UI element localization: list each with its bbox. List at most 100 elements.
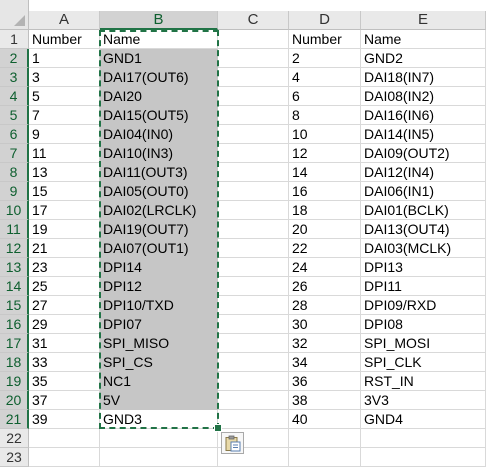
cell-a15[interactable]: 27: [29, 296, 100, 315]
row-header-13[interactable]: 13: [0, 258, 29, 277]
cell-c18[interactable]: [218, 353, 289, 372]
cell-e18[interactable]: SPI_CLK: [361, 353, 486, 372]
row-header-23[interactable]: 23: [0, 448, 29, 467]
cell-c17[interactable]: [218, 334, 289, 353]
cell-d3[interactable]: 4: [289, 68, 361, 87]
row-header-20[interactable]: 20: [0, 391, 29, 410]
cell-a8[interactable]: 13: [29, 163, 100, 182]
cell-b14[interactable]: DPI12: [100, 277, 218, 296]
cell-e20[interactable]: 3V3: [361, 391, 486, 410]
cell-e12[interactable]: DAI03(MCLK): [361, 239, 486, 258]
cell-d6[interactable]: 10: [289, 125, 361, 144]
cell-a16[interactable]: 29: [29, 315, 100, 334]
cell-b21[interactable]: GND3: [100, 410, 218, 429]
cell-a14[interactable]: 25: [29, 277, 100, 296]
cell-a23[interactable]: [29, 448, 100, 467]
row-header-6[interactable]: 6: [0, 125, 29, 144]
cell-b9[interactable]: DAI05(OUT0): [100, 182, 218, 201]
cell-c5[interactable]: [218, 106, 289, 125]
cell-c2[interactable]: [218, 49, 289, 68]
select-all-button[interactable]: [0, 0, 29, 30]
cell-e10[interactable]: DAI01(BCLK): [361, 201, 486, 220]
cell-e2[interactable]: GND2: [361, 49, 486, 68]
cell-a17[interactable]: 31: [29, 334, 100, 353]
row-header-3[interactable]: 3: [0, 68, 29, 87]
cell-b7[interactable]: DAI10(IN3): [100, 144, 218, 163]
row-header-17[interactable]: 17: [0, 334, 29, 353]
row-header-18[interactable]: 18: [0, 353, 29, 372]
column-header-d[interactable]: D: [289, 11, 361, 30]
cell-b15[interactable]: DPI10/TXD: [100, 296, 218, 315]
cell-a21[interactable]: 39: [29, 410, 100, 429]
cell-c16[interactable]: [218, 315, 289, 334]
row-header-1[interactable]: 1: [0, 30, 29, 49]
cell-d19[interactable]: 36: [289, 372, 361, 391]
cell-e1[interactable]: Name: [361, 30, 486, 49]
row-header-2[interactable]: 2: [0, 49, 29, 68]
cell-b13[interactable]: DPI14: [100, 258, 218, 277]
cell-a2[interactable]: 1: [29, 49, 100, 68]
cell-c12[interactable]: [218, 239, 289, 258]
row-header-14[interactable]: 14: [0, 277, 29, 296]
cell-a22[interactable]: [29, 429, 100, 448]
column-header-a[interactable]: A: [29, 11, 100, 30]
cell-e15[interactable]: DPI09/RXD: [361, 296, 486, 315]
cell-e11[interactable]: DAI13(OUT4): [361, 220, 486, 239]
cell-c7[interactable]: [218, 144, 289, 163]
cell-d10[interactable]: 18: [289, 201, 361, 220]
cell-c6[interactable]: [218, 125, 289, 144]
cell-c8[interactable]: [218, 163, 289, 182]
cell-d15[interactable]: 28: [289, 296, 361, 315]
cell-e6[interactable]: DAI14(IN5): [361, 125, 486, 144]
cell-c20[interactable]: [218, 391, 289, 410]
cell-d22[interactable]: [289, 429, 361, 448]
cell-e13[interactable]: DPI13: [361, 258, 486, 277]
cell-b18[interactable]: SPI_CS: [100, 353, 218, 372]
fill-handle[interactable]: [214, 424, 222, 432]
cell-d1[interactable]: Number: [289, 30, 361, 49]
column-header-c[interactable]: C: [218, 11, 289, 30]
row-header-5[interactable]: 5: [0, 106, 29, 125]
row-header-12[interactable]: 12: [0, 239, 29, 258]
cell-d21[interactable]: 40: [289, 410, 361, 429]
cell-b1[interactable]: Name: [100, 30, 218, 49]
cell-a9[interactable]: 15: [29, 182, 100, 201]
cell-c14[interactable]: [218, 277, 289, 296]
row-header-4[interactable]: 4: [0, 87, 29, 106]
cell-b17[interactable]: SPI_MISO: [100, 334, 218, 353]
cell-d5[interactable]: 8: [289, 106, 361, 125]
cell-b5[interactable]: DAI15(OUT5): [100, 106, 218, 125]
row-header-22[interactable]: 22: [0, 429, 29, 448]
cell-c19[interactable]: [218, 372, 289, 391]
cell-a5[interactable]: 7: [29, 106, 100, 125]
cell-b10[interactable]: DAI02(LRCLK): [100, 201, 218, 220]
cell-b2[interactable]: GND1: [100, 49, 218, 68]
cell-d20[interactable]: 38: [289, 391, 361, 410]
cell-e4[interactable]: DAI08(IN2): [361, 87, 486, 106]
cell-a11[interactable]: 19: [29, 220, 100, 239]
cell-e23[interactable]: [361, 448, 486, 467]
row-header-15[interactable]: 15: [0, 296, 29, 315]
cell-e19[interactable]: RST_IN: [361, 372, 486, 391]
cell-e5[interactable]: DAI16(IN6): [361, 106, 486, 125]
cell-e8[interactable]: DAI12(IN4): [361, 163, 486, 182]
cell-a10[interactable]: 17: [29, 201, 100, 220]
cell-a13[interactable]: 23: [29, 258, 100, 277]
cell-c9[interactable]: [218, 182, 289, 201]
cell-a12[interactable]: 21: [29, 239, 100, 258]
cell-b3[interactable]: DAI17(OUT6): [100, 68, 218, 87]
row-header-9[interactable]: 9: [0, 182, 29, 201]
cell-c15[interactable]: [218, 296, 289, 315]
row-header-19[interactable]: 19: [0, 372, 29, 391]
cell-c13[interactable]: [218, 258, 289, 277]
column-header-b[interactable]: B: [100, 11, 218, 30]
cell-d23[interactable]: [289, 448, 361, 467]
cell-d13[interactable]: 24: [289, 258, 361, 277]
cell-a4[interactable]: 5: [29, 87, 100, 106]
cell-a1[interactable]: Number: [29, 30, 100, 49]
cell-b12[interactable]: DAI07(OUT1): [100, 239, 218, 258]
row-header-7[interactable]: 7: [0, 144, 29, 163]
cell-e21[interactable]: GND4: [361, 410, 486, 429]
cell-d4[interactable]: 6: [289, 87, 361, 106]
cell-c21[interactable]: [218, 410, 289, 429]
